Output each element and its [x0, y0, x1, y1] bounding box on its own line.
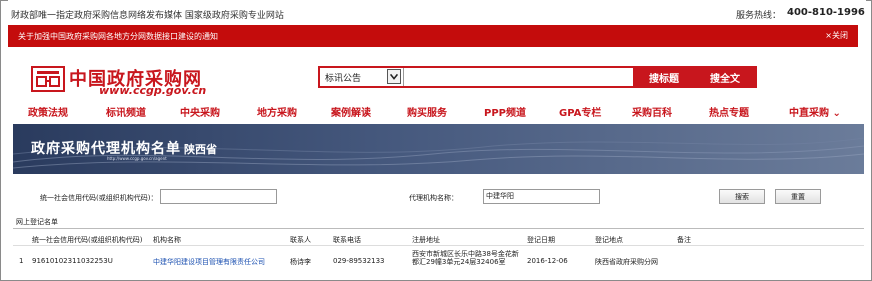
reset-button[interactable]: 重置 [775, 189, 821, 204]
row-date: 2016-12-06 [527, 257, 568, 265]
credit-code-label: 统一社会信用代码(或组织机构代码)： [40, 194, 158, 202]
agency-name-label: 代理机构名称： [409, 194, 458, 202]
logo-url: www.ccgp.gov.cn [99, 84, 207, 97]
nav-item-cases[interactable]: 案例解读 [331, 104, 371, 119]
row-contact: 杨诗李 [290, 258, 311, 266]
search-input[interactable] [406, 68, 630, 86]
chevron-down-icon [387, 69, 401, 84]
agency-table: 网上登记名单 统一社会信用代码(或组织机构代码) 机构名称 联系人 联系电话 注… [13, 216, 864, 278]
search-fulltext-button[interactable]: 搜全文 [695, 68, 755, 86]
banner-url: http://www.ccgp.gov.cn/agent [107, 156, 167, 161]
col-credit-code: 统一社会信用代码(或组织机构代码) [32, 236, 143, 244]
nav-item-local[interactable]: 地方采购 [257, 104, 297, 119]
col-phone: 联系电话 [333, 236, 361, 244]
row-index: 1 [19, 257, 24, 265]
agency-name-input[interactable]: 中建华阳 [483, 189, 600, 204]
row-place: 陕西省政府采购分网 [595, 258, 658, 266]
search-type-value: 标讯公告 [325, 73, 362, 84]
table-caption: 网上登记名单 [13, 216, 864, 229]
table-header: 统一社会信用代码(或组织机构代码) 机构名称 联系人 联系电话 注册地址 登记日… [13, 231, 864, 246]
page-banner: 政府采购代理机构名单 陕西省 http://www.ccgp.gov.cn/ag… [13, 124, 864, 174]
nav-item-bidding[interactable]: 标讯频道 [106, 104, 146, 119]
banner-province: 陕西省 [184, 143, 217, 156]
table-row: 1 91610102311032253U 中建华阳建设项目管理有限责任公司 杨诗… [13, 247, 864, 277]
nav-item-topics[interactable]: 热点专题 [709, 104, 749, 119]
search-box: 标讯公告 搜标题 搜全文 [318, 66, 757, 88]
banner-title: 政府采购代理机构名单 [31, 141, 181, 157]
filter-form: 统一社会信用代码(或组织机构代码)： 代理机构名称： 中建华阳 搜索 重置 [0, 186, 872, 208]
col-date: 登记日期 [527, 236, 555, 244]
row-credit-code: 91610102311032253U [32, 257, 113, 265]
credit-code-input[interactable] [160, 189, 277, 204]
ccgp-emblem-icon [31, 66, 65, 92]
col-place: 登记地点 [595, 236, 623, 244]
top-info-bar: 财政部唯一指定政府采购信息网络发布媒体 国家级政府采购专业网站 服务热线： 40… [8, 0, 866, 25]
nav-item-ppp[interactable]: PPP频道 [484, 104, 526, 119]
chevron-down-icon: ⌄ [829, 108, 841, 119]
search-title-button[interactable]: 搜标题 [633, 68, 695, 86]
site-logo[interactable]: 中国政府采购网 www.ccgp.gov.cn [31, 66, 241, 97]
col-agency-name: 机构名称 [153, 236, 181, 244]
notice-link[interactable]: 关于加强中国政府采购网各地方分网数据接口建设的通知 [18, 31, 218, 42]
col-address: 注册地址 [412, 236, 440, 244]
col-contact: 联系人 [290, 236, 311, 244]
nav-item-encyclopedia[interactable]: 采购百科 [632, 104, 672, 119]
search-button[interactable]: 搜索 [719, 189, 765, 204]
col-remark: 备注 [677, 236, 691, 244]
nav-item-direct[interactable]: 中直采购 ⌄ [789, 104, 841, 119]
nav-item-direct-label: 中直采购 [789, 108, 829, 119]
nav-item-gpa[interactable]: GPA专栏 [559, 104, 601, 119]
main-nav: 政策法规 标讯频道 中央采购 地方采购 案例解读 购买服务 PPP频道 GPA专… [18, 104, 864, 122]
site-slogan: 财政部唯一指定政府采购信息网络发布媒体 国家级政府采购专业网站 [11, 11, 284, 21]
hotline-label: 服务热线： [736, 11, 782, 21]
nav-item-services[interactable]: 购买服务 [407, 104, 447, 119]
notice-close-button[interactable]: ×关闭 [825, 30, 848, 41]
row-phone: 029-89532133 [333, 257, 385, 265]
nav-item-policy[interactable]: 政策法规 [28, 104, 68, 119]
search-type-select[interactable]: 标讯公告 [320, 68, 404, 86]
hotline-number: 400-810-1996 [787, 7, 865, 18]
nav-item-central[interactable]: 中央采购 [180, 104, 220, 119]
row-address: 西安市新城区长乐中路38号金花新都汇29幢3单元24层32406室 [412, 250, 519, 266]
notice-bar: 关于加强中国政府采购网各地方分网数据接口建设的通知 ×关闭 [8, 25, 858, 47]
row-agency-name-link[interactable]: 中建华阳建设项目管理有限责任公司 [153, 257, 265, 267]
